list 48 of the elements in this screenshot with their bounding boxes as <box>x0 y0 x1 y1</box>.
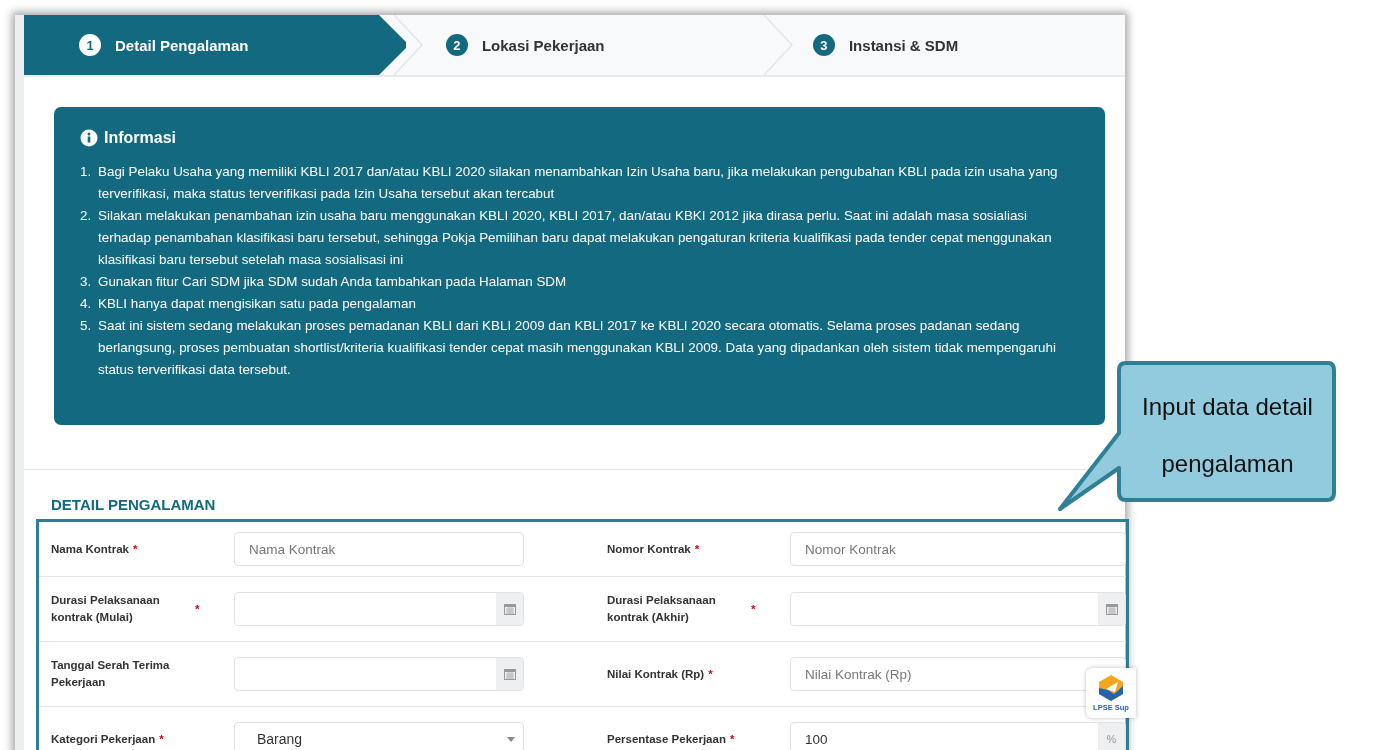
required-mark: * <box>132 541 138 557</box>
list-number: 5. <box>80 317 93 335</box>
calendar-icon <box>503 603 516 615</box>
field-label: Kategori Pekerjaan <box>51 731 156 747</box>
list-number: 4. <box>80 295 93 313</box>
calendar-button[interactable] <box>496 658 523 690</box>
step-tab[interactable]: 3 Instansi & SDM <box>757 15 1125 75</box>
input-field[interactable]: 100 % <box>790 722 1126 750</box>
required-mark: * <box>195 601 200 617</box>
required-mark: * <box>694 541 700 557</box>
input-field[interactable]: Nomor Kontrak <box>790 532 1126 566</box>
field-label: Nomor Kontrak <box>607 541 691 557</box>
unit-addon: % <box>1098 723 1125 750</box>
required-mark: * <box>159 731 164 747</box>
input-field[interactable]: Nama Kontrak <box>234 532 524 566</box>
field-label: Nama Kontrak <box>51 541 129 557</box>
calendar-button[interactable] <box>496 593 523 625</box>
calendar-icon <box>503 668 516 680</box>
info-text: Gunakan fitur Cari SDM jika SDM sudah Anda tambahkan pada Halaman SDM <box>98 273 567 291</box>
list-number: 1. <box>80 163 93 181</box>
field-label: Durasi Pelaksanaan kontrak (Mulai) <box>51 593 161 625</box>
field-label: Persentase Pekerjaan <box>607 731 726 747</box>
list-number: 3. <box>80 273 93 291</box>
date-field[interactable] <box>234 657 524 691</box>
select-field[interactable]: Barang <box>234 722 524 750</box>
logo-icon <box>1098 674 1124 702</box>
input-field[interactable]: Nilai Kontrak (Rp) <box>790 657 1126 691</box>
callout-bubble: Input data detail pengalaman <box>1057 360 1337 512</box>
required-mark: * <box>708 666 713 682</box>
step-tab[interactable]: 1 Detail Pengalaman <box>24 15 406 75</box>
info-title: Informasi <box>104 129 176 147</box>
required-mark: * <box>751 601 756 617</box>
info-icon <box>80 129 98 147</box>
info-text: KBLI hanya dapat mengisikan satu pada pengalaman <box>98 295 416 313</box>
field-label: Durasi Pelaksanaan kontrak (Akhir) <box>607 593 717 625</box>
info-text: Saat ini sistem sedang melakukan proses pemadanan KBLI dari KBLI 2009 dan KBLI 2017 ke KBLI 2020 secara otomatis. Selama proses padanan sedang berlangsung, proses pembuatan shortlist/kriteria kualifikasi tender cepat masih menggunakan KBLI 2009. Data yang dipadankan oleh sistem tidak mempengaruhi status terverifikasi data tersebut. <box>98 317 1057 379</box>
date-field[interactable] <box>234 592 524 626</box>
info-text: Bagi Pelaku Usaha yang memiliki KBLI 2017 dan/atau KBLI 2020 silakan menambahkan Izin Usaha baru, jika melakukan pengubahan KBLI pada izin usaha yang terverifikasi, maka status terverifikasi pada Izin Usaha tersebut akan tercabut <box>98 163 1059 203</box>
calendar-button[interactable] <box>1098 593 1125 625</box>
field-label: Nilai Kontrak (Rp) <box>607 666 705 682</box>
date-field[interactable] <box>790 592 1126 626</box>
info-text: Silakan melakukan penambahan izin usaha baru menggunakan KBLI 2020, KBLI 2017, dan/atau KBKI 2012 jika dirasa perlu. Saat ini adalah masa sosialiasi terhadap penambahan klasifikasi baru tersebut, sehingga Pokja Pemilihan baru dapat melakukan pengaturan kriteria kualifikasi pada tender cepat menggunakan klasifikasi baru tersebut setelah masa sosialisasi ini <box>98 207 1053 269</box>
calendar-icon <box>1105 603 1118 615</box>
caret-icon <box>507 736 515 742</box>
field-label: Tanggal Serah Terima Pekerjaan <box>51 658 171 690</box>
required-mark: * <box>729 731 735 747</box>
section-title: DETAIL PENGALAMAN <box>51 496 217 513</box>
list-number: 2. <box>80 207 93 225</box>
